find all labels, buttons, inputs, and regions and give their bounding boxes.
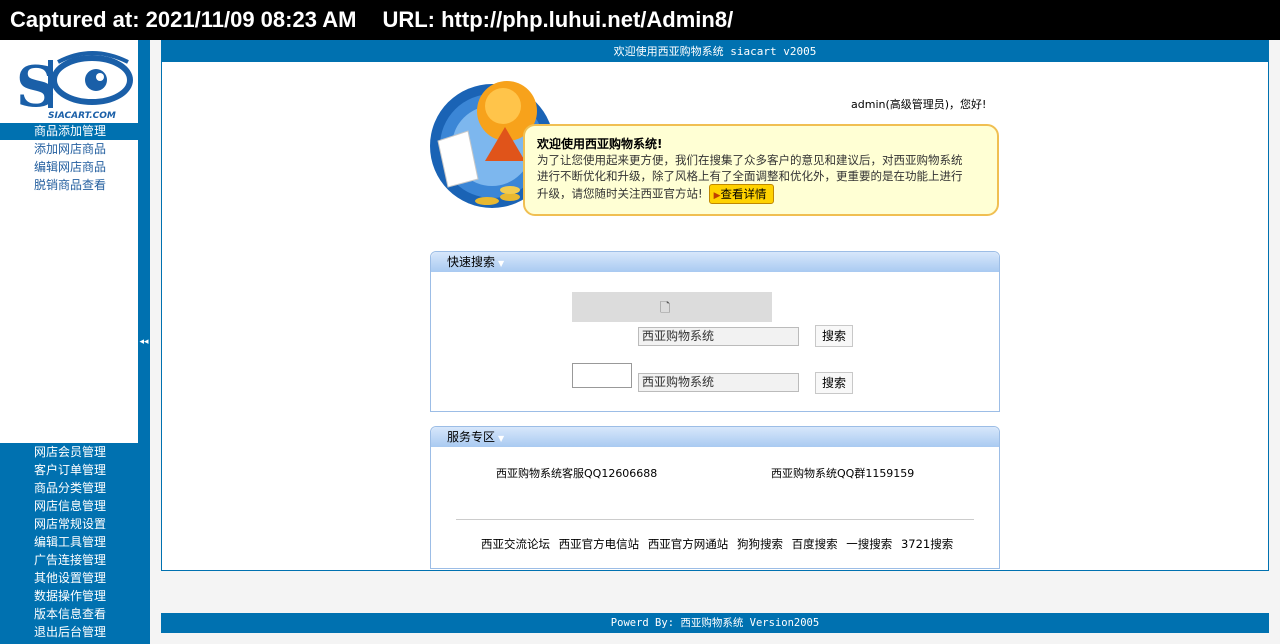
file-icon: 🗋 xyxy=(660,301,671,316)
broken-image-icon xyxy=(572,363,632,388)
welcome-title: 欢迎使用西亚购物系统! xyxy=(537,137,663,151)
sidebar-group-label: 商品添加管理 xyxy=(34,124,107,138)
search-button-1[interactable]: 搜索 xyxy=(815,325,853,347)
view-details-button[interactable]: ▶查看详情 xyxy=(708,184,774,204)
sidebar-item-orders[interactable]: 客户订单管理 xyxy=(34,461,106,479)
sidebar-item-categories[interactable]: 商品分类管理 xyxy=(34,479,106,497)
sidebar-item-logout[interactable]: 退出后台管理 xyxy=(34,623,106,641)
quick-search-title: 快速搜索 xyxy=(447,255,496,269)
sidebar-item-add-product[interactable]: 添加网店商品 xyxy=(34,140,106,158)
support-qq: 西亚购物系统客服QQ12606688 xyxy=(496,467,658,480)
collapse-left-icon[interactable]: ◂◂ xyxy=(139,336,149,348)
play-icon: ▶ xyxy=(713,191,721,201)
divider xyxy=(456,519,974,520)
main-content: 欢迎使用西亚购物系统 siacart v2005 admin(高级管理员)，您好… xyxy=(161,40,1269,571)
link-netcom-site[interactable]: 西亚官方网通站 xyxy=(648,537,729,551)
welcome-line-2: 进行不断优化和升级，除了风格上有了全面调整和优化外，更重要的是在功能上进行 xyxy=(537,169,963,183)
link-3721-search[interactable]: 3721搜索 xyxy=(901,537,953,551)
logo-text: SIACART.COM xyxy=(48,111,116,121)
search-input-1[interactable]: 西亚购物系统 xyxy=(638,327,799,346)
sidebar-item-data-operations[interactable]: 数据操作管理 xyxy=(34,587,106,605)
view-details-label: 查看详情 xyxy=(720,187,767,201)
sidebar-item-ad-links[interactable]: 广告连接管理 xyxy=(34,551,106,569)
sidebar-group-product-add[interactable]: 商品添加管理 xyxy=(0,123,138,140)
quick-search-panel: 快速搜索 ▼ 🗋 西亚购物系统 搜索 西亚购物系统 搜索 xyxy=(430,251,1000,412)
welcome-line-3: 升级，请您随时关注西亚官方站! xyxy=(537,186,703,201)
sidebar-item-members[interactable]: 网店会员管理 xyxy=(34,443,106,461)
sidebar-item-shop-info[interactable]: 网店信息管理 xyxy=(34,497,106,515)
quick-search-header: 快速搜索 ▼ xyxy=(431,252,999,272)
captured-time: Captured at: 2021/11/09 08:23 AM xyxy=(10,7,357,32)
service-header: 服务专区 ▼ xyxy=(431,427,999,447)
service-title: 服务专区 xyxy=(447,430,496,444)
search-button-2[interactable]: 搜索 xyxy=(815,372,853,394)
captured-url: URL: http://php.luhui.net/Admin8/ xyxy=(382,7,734,32)
qq-group: 西亚购物系统QQ群1159159 xyxy=(771,467,915,480)
capture-bar: Captured at: 2021/11/09 08:23 AM URL: htt… xyxy=(0,0,1280,40)
link-telecom-site[interactable]: 西亚官方电信站 xyxy=(559,537,640,551)
admin-greeting: admin(高级管理员)，您好! xyxy=(851,98,987,111)
welcome-message-box: 欢迎使用西亚购物系统! 为了让您使用起来更方便，我们在搜集了众多客户的意见和建议… xyxy=(523,124,999,216)
link-sogou-search[interactable]: 狗狗搜索 xyxy=(737,537,783,551)
search-input-2[interactable]: 西亚购物系统 xyxy=(638,373,799,392)
chevron-down-icon: ▼ xyxy=(498,434,505,443)
welcome-line-1: 为了让您使用起来更方便，我们在搜集了众多客户的意见和建议后，对西亚购物系统 xyxy=(537,153,963,167)
plugin-placeholder: 🗋 xyxy=(572,292,772,322)
sidebar-item-editor-tools[interactable]: 编辑工具管理 xyxy=(34,533,106,551)
link-baidu-search[interactable]: 百度搜索 xyxy=(792,537,838,551)
sidebar-item-soldout-product[interactable]: 脱销商品查看 xyxy=(34,176,106,194)
siacart-logo: S SIACART.COM xyxy=(16,51,133,121)
footer: Powerd By: 西亚购物系统 Version2005 xyxy=(161,613,1269,633)
external-links: 西亚交流论坛 西亚官方电信站 西亚官方网通站 狗狗搜索 百度搜索 一搜搜索 37… xyxy=(481,536,958,552)
sidebar-item-edit-product[interactable]: 编辑网店商品 xyxy=(34,158,106,176)
left-sidebar: S SIACART.COM 商品添加管理 添加网店商品 编辑网店商品 脱销商品查… xyxy=(0,40,150,644)
link-forum[interactable]: 西亚交流论坛 xyxy=(481,537,550,551)
chevron-down-icon: ▼ xyxy=(498,259,505,268)
page-title: 欢迎使用西亚购物系统 siacart v2005 xyxy=(162,41,1268,62)
sidebar-item-general-settings[interactable]: 网店常规设置 xyxy=(34,515,106,533)
link-yisou-search[interactable]: 一搜搜索 xyxy=(846,537,892,551)
sidebar-menu-area: S SIACART.COM 商品添加管理 添加网店商品 编辑网店商品 脱销商品查… xyxy=(0,40,138,443)
sidebar-item-version-info[interactable]: 版本信息查看 xyxy=(34,605,106,623)
sidebar-item-other-settings[interactable]: 其他设置管理 xyxy=(34,569,106,587)
service-panel: 服务专区 ▼ 西亚购物系统客服QQ12606688 西亚购物系统QQ群115915… xyxy=(430,426,1000,569)
